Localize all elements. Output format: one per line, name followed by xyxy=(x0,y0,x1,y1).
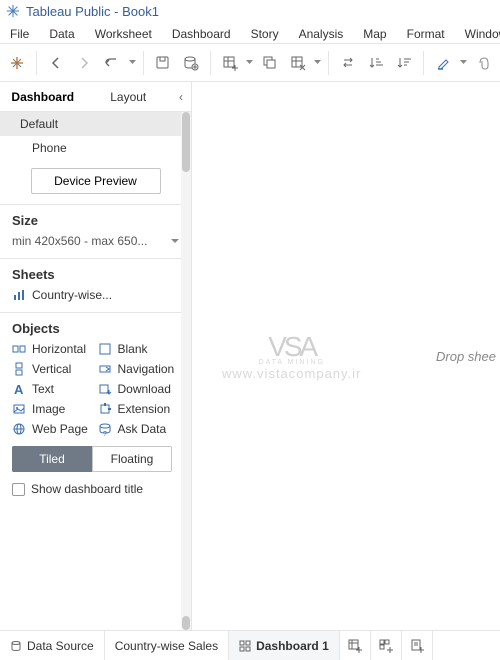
svg-text:?: ? xyxy=(103,431,107,436)
dashboard-icon xyxy=(239,640,251,652)
left-pane: Dashboard Layout ‹ Default Phone Device … xyxy=(0,82,192,630)
tab-dashboard[interactable]: Dashboard 1 xyxy=(229,631,340,660)
object-text[interactable]: AText xyxy=(12,382,94,396)
size-dropdown[interactable]: min 420x560 - max 650... xyxy=(12,234,179,248)
menu-dashboard[interactable]: Dashboard xyxy=(162,24,241,41)
show-dashboard-title-checkbox[interactable]: Show dashboard title xyxy=(12,482,179,496)
sheet-label: Country-wise... xyxy=(32,288,112,302)
blank-icon xyxy=(98,342,112,356)
object-askdata[interactable]: ?Ask Data xyxy=(98,422,180,436)
object-blank[interactable]: Blank xyxy=(98,342,180,356)
new-worksheet-dropdown[interactable] xyxy=(245,49,254,77)
watermark: VSA DATA MINING www.vistacompany.ir xyxy=(222,331,361,381)
menu-data[interactable]: Data xyxy=(39,24,84,41)
highlight-button[interactable] xyxy=(430,49,456,77)
pane-tab-dashboard[interactable]: Dashboard xyxy=(0,84,86,110)
text-icon: A xyxy=(12,382,26,396)
bottom-tab-bar: Data Source Country-wise Sales Dashboard… xyxy=(0,630,500,660)
scrollbar-thumb-top[interactable] xyxy=(182,112,190,172)
clear-button[interactable] xyxy=(285,49,311,77)
chevron-down-icon xyxy=(171,239,179,244)
size-value: min 420x560 - max 650... xyxy=(12,234,147,248)
highlight-dropdown[interactable] xyxy=(459,49,468,77)
new-worksheet-tab[interactable] xyxy=(340,631,371,660)
new-story-tab[interactable] xyxy=(402,631,433,660)
object-vertical[interactable]: Vertical xyxy=(12,362,94,376)
svg-text:A: A xyxy=(14,382,24,396)
tableau-logo-button[interactable] xyxy=(4,49,30,77)
duplicate-button[interactable] xyxy=(256,49,282,77)
object-download[interactable]: Download xyxy=(98,382,180,396)
menu-window[interactable]: Window xyxy=(455,24,500,41)
object-webpage[interactable]: Web Page xyxy=(12,422,94,436)
save-button[interactable] xyxy=(150,49,176,77)
image-icon xyxy=(12,402,26,416)
menu-map[interactable]: Map xyxy=(353,24,396,41)
tiled-button[interactable]: Tiled xyxy=(12,446,92,472)
checkbox-icon xyxy=(12,483,25,496)
device-preview-button[interactable]: Device Preview xyxy=(31,168,161,194)
floating-button[interactable]: Floating xyxy=(92,446,172,472)
undo-button[interactable] xyxy=(99,49,125,77)
webpage-icon xyxy=(12,422,26,436)
swap-button[interactable] xyxy=(335,49,361,77)
askdata-icon: ? xyxy=(98,422,112,436)
window-title: Tableau Public - Book1 xyxy=(26,4,159,19)
menu-worksheet[interactable]: Worksheet xyxy=(85,24,162,41)
data-source-icon xyxy=(10,640,22,652)
device-phone[interactable]: Phone xyxy=(0,136,191,160)
new-worksheet-button[interactable] xyxy=(217,49,243,77)
size-section-title: Size xyxy=(12,213,179,228)
device-default[interactable]: Default xyxy=(0,112,191,136)
forward-button[interactable] xyxy=(71,49,97,77)
back-button[interactable] xyxy=(43,49,69,77)
bar-chart-icon xyxy=(12,288,26,302)
pane-collapse-button[interactable]: ‹ xyxy=(171,90,191,104)
menu-bar: File Data Worksheet Dashboard Story Anal… xyxy=(0,22,500,44)
objects-section-title: Objects xyxy=(12,321,179,336)
object-horizontal[interactable]: Horizontal xyxy=(12,342,94,356)
object-image[interactable]: Image xyxy=(12,402,94,416)
object-navigation[interactable]: Navigation xyxy=(98,362,180,376)
dashboard-canvas[interactable]: VSA DATA MINING www.vistacompany.ir Drop… xyxy=(192,82,500,630)
navigation-icon xyxy=(98,362,112,376)
menu-story[interactable]: Story xyxy=(241,24,289,41)
toolbar xyxy=(0,44,500,82)
scrollbar-thumb-bottom[interactable] xyxy=(182,616,190,630)
new-data-source-button[interactable] xyxy=(178,49,204,77)
sort-desc-button[interactable] xyxy=(391,49,417,77)
menu-analysis[interactable]: Analysis xyxy=(289,24,354,41)
clear-dropdown[interactable] xyxy=(313,49,322,77)
sheets-section-title: Sheets xyxy=(12,267,179,282)
pane-scrollbar[interactable] xyxy=(181,112,191,630)
attachment-button[interactable] xyxy=(470,49,496,77)
tab-sheet[interactable]: Country-wise Sales xyxy=(105,631,229,660)
new-dashboard-tab[interactable] xyxy=(371,631,402,660)
sheet-item[interactable]: Country-wise... xyxy=(12,288,179,302)
vertical-icon xyxy=(12,362,26,376)
object-extension[interactable]: Extension xyxy=(98,402,180,416)
undo-dropdown[interactable] xyxy=(128,49,137,77)
app-logo-icon xyxy=(6,4,20,18)
sort-asc-button[interactable] xyxy=(363,49,389,77)
pane-tab-layout[interactable]: Layout xyxy=(86,84,172,110)
menu-format[interactable]: Format xyxy=(397,24,455,41)
extension-icon xyxy=(98,402,112,416)
menu-file[interactable]: File xyxy=(0,24,39,41)
tab-data-source[interactable]: Data Source xyxy=(0,631,105,660)
horizontal-icon xyxy=(12,342,26,356)
download-icon xyxy=(98,382,112,396)
drop-hint: Drop shee xyxy=(436,349,496,364)
